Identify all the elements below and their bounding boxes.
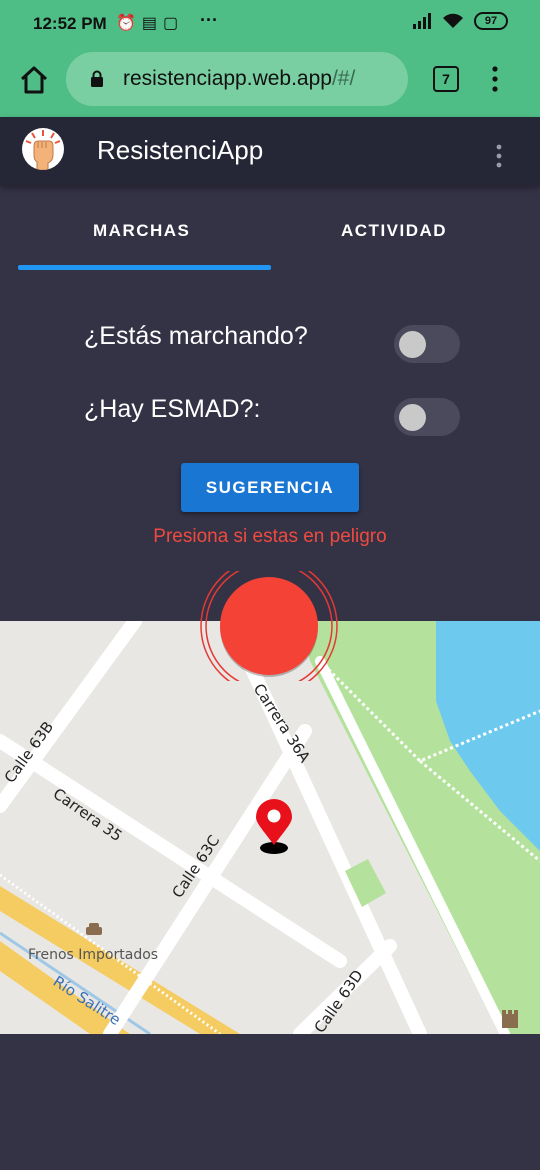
battery-icon: 97 — [474, 12, 508, 30]
car-icon — [86, 923, 102, 935]
poi-label: Frenos Importados — [28, 947, 158, 963]
map-view[interactable]: Calle 63B Carrera 35 Calle 63C Carrera 3… — [0, 621, 540, 1034]
suggestion-button[interactable]: SUGERENCIA — [181, 463, 359, 512]
bottom-area — [0, 1034, 540, 1170]
news-icon: ▤ — [141, 15, 164, 32]
alarm-icon: ⏰ — [116, 15, 142, 32]
overflow-menu-icon[interactable] — [496, 144, 502, 168]
toggle-knob — [399, 404, 426, 431]
app-title: ResistenciApp — [97, 135, 264, 165]
url-host: resistenciapp.web.app — [123, 67, 332, 90]
landmark-icon — [502, 1010, 518, 1028]
tab-actividad[interactable]: ACTIVIDAD — [341, 221, 447, 241]
fist-icon — [25, 130, 61, 170]
status-right: 97 — [412, 12, 508, 30]
home-icon[interactable] — [19, 65, 49, 95]
app-logo — [22, 128, 64, 170]
danger-hint: Presiona si estas en peligro — [153, 526, 387, 547]
panic-button[interactable] — [199, 557, 339, 695]
status-bar: 12:52 PM ⏰▤▢ ··· 97 — [0, 0, 540, 48]
tab-switcher-button[interactable]: 7 — [433, 66, 459, 92]
street-calle-63c — [103, 724, 312, 1034]
url-path: /#/ — [331, 67, 356, 90]
app-bar: ResistenciApp — [0, 117, 540, 185]
location-pin-icon — [256, 799, 292, 854]
marching-label: ¿Estás marchando? — [84, 322, 308, 350]
esmad-toggle[interactable] — [394, 398, 460, 436]
url-text: resistenciapp.web.app/#/ — [123, 67, 355, 91]
street-label: Calle 63D — [311, 966, 367, 1034]
esmad-label: ¿Hay ESMAD?: — [84, 395, 261, 423]
lock-icon — [91, 70, 103, 87]
calendar-icon: ▢ — [163, 15, 185, 32]
signal-icon — [413, 13, 431, 29]
status-time: 12:52 PM — [33, 14, 107, 33]
browser-toolbar: resistenciapp.web.app/#/ 7 — [0, 48, 540, 117]
wifi-icon — [443, 13, 463, 28]
address-bar[interactable]: resistenciapp.web.app/#/ — [66, 52, 408, 106]
tab-marchas[interactable]: MARCHAS — [93, 221, 190, 241]
street-label: Carrera 36A — [250, 680, 315, 766]
tab-bar: MARCHAS ACTIVIDAD — [0, 185, 540, 273]
more-notifications: ··· — [200, 10, 218, 30]
active-tab-indicator — [18, 265, 271, 270]
toggle-knob — [399, 331, 426, 358]
notification-icons: ⏰▤▢ — [116, 13, 184, 33]
marching-toggle[interactable] — [394, 325, 460, 363]
browser-menu-icon[interactable] — [492, 66, 498, 92]
